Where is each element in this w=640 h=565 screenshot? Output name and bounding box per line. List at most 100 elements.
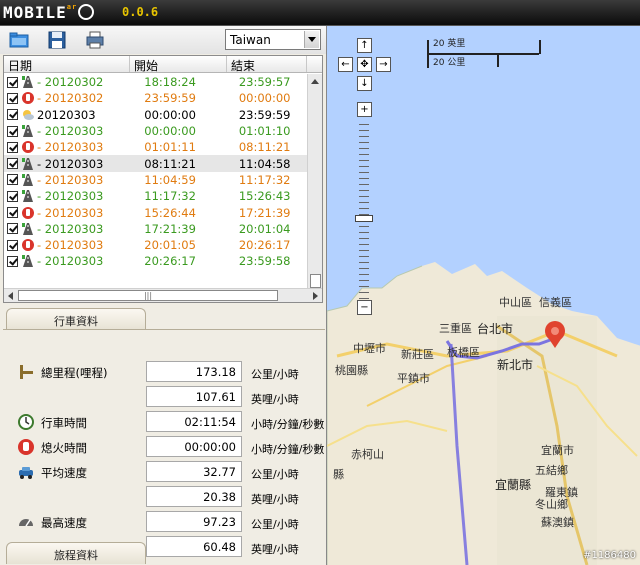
row-start: 00:00:00 [144,124,196,139]
table-row[interactable]: - 20120303 11:04:59 11:17:32 [4,172,308,188]
map-place-label: 冬山鄉 [535,498,568,511]
row-start: 00:00:00 [144,107,196,122]
print-button[interactable] [85,30,105,50]
table-row[interactable]: 20120303 00:00:00 23:59:59 [4,107,308,123]
drive-icon [22,173,33,186]
row-checkbox[interactable] [7,255,18,267]
horizontal-scrollbar[interactable]: ||| [4,288,322,302]
row-checkbox[interactable] [7,174,18,186]
column-header-date[interactable]: 日期 [4,56,130,73]
table-row[interactable]: - 20120303 08:11:21 11:04:58 [4,155,308,172]
vertical-scrollbar[interactable] [307,74,322,302]
metric-unit: 小時/分鐘/秒數 [251,443,325,456]
metric-unit: 英哩/小時 [251,493,299,506]
row-end: 23:59:58 [238,254,291,269]
metric-value: 00:00:00 [146,436,242,457]
pan-up-button[interactable]: ↑ [357,38,372,53]
clock-icon [18,414,34,430]
row-checkbox[interactable] [7,158,18,170]
row-checkbox[interactable] [7,223,18,235]
save-button[interactable] [47,30,67,50]
pan-right-button[interactable]: → [376,57,391,72]
row-checkbox[interactable] [7,76,18,88]
map-place-label: 台北市 [477,322,514,336]
scale-miles: 20 英里 [433,39,466,49]
map-place-label: 板橋區 [447,346,480,359]
scroll-right-icon[interactable] [313,292,318,300]
speedometer-icon [19,519,33,527]
vertical-scroll-thumb[interactable] [310,274,321,288]
metric-unit: 公里/小時 [251,518,299,531]
metric-value: 20.38 [146,486,242,507]
scroll-up-icon[interactable] [311,79,319,84]
scroll-left-icon[interactable] [8,292,13,300]
stop-icon [22,206,34,219]
row-date: - 20120303 [37,205,104,220]
row-checkbox[interactable] [7,92,18,104]
row-date: - 20120302 [37,91,104,106]
stop-icon [22,141,34,154]
row-checkbox[interactable] [7,239,18,251]
map-place-label: 縣 [333,468,344,481]
drive-icon [22,157,33,170]
open-folder-button[interactable] [9,30,29,50]
column-header-start[interactable]: 開始 [130,56,227,73]
metric-label: 平均速度 [41,466,87,480]
zoom-in-button[interactable]: + [357,102,372,117]
row-checkbox[interactable] [7,109,18,121]
country-select[interactable]: Taiwan [225,29,321,50]
map-place-label: 中山區 [499,296,532,309]
table-row[interactable]: - 20120303 17:21:39 20:01:04 [4,221,308,237]
row-date: - 20120303 [37,156,104,171]
map-place-label: 宜蘭縣 [495,478,532,492]
table-row[interactable]: - 20120303 11:17:32 15:26:43 [4,188,308,204]
row-start: 23:59:59 [144,91,196,106]
pan-down-button[interactable]: ↓ [357,76,372,91]
column-header-end[interactable]: 結束 [227,56,307,73]
row-date: 20120303 [37,107,96,122]
pan-center-button[interactable]: ✥ [357,57,372,72]
row-checkbox[interactable] [7,125,18,137]
table-row[interactable]: - 20120302 18:18:24 23:59:57 [4,74,308,90]
metric-row: 總里程(哩程) 173.18 公里/小時 [3,361,325,383]
zoom-slider-thumb[interactable] [355,215,373,222]
map-place-label: 中壢市 [353,342,386,355]
row-start: 18:18:24 [144,75,196,90]
metric-value: 02:11:54 [146,411,242,432]
map-view[interactable]: ↑ ← ✥ → ↓ + − 20 英里 20 公里 中山區 信義區 台北市 三重區 新莊… [326,26,640,565]
row-checkbox[interactable] [7,207,18,219]
drive-icon [22,222,33,235]
row-checkbox[interactable] [7,190,18,202]
toolbar: Taiwan [0,26,326,54]
metric-label: 最高速度 [41,516,87,530]
app-logo: MOBILEar [3,3,95,23]
row-checkbox[interactable] [7,141,18,153]
table-header: 日期 開始 結束 [4,56,322,73]
table-row[interactable]: - 20120303 20:01:05 20:26:17 [4,237,308,253]
table-row[interactable]: - 20120303 01:01:11 08:11:21 [4,139,308,155]
table-row[interactable]: - 20120303 20:26:17 23:59:58 [4,253,308,269]
drive-info-panel: 總里程(哩程) 173.18 公里/小時 107.61 英哩/小時 行車時間 02:11:5… [3,329,325,557]
row-start: 17:21:39 [144,221,196,236]
zoom-slider[interactable] [357,124,371,304]
zoom-out-button[interactable]: − [357,300,372,315]
wheel-icon [78,4,95,20]
map-place-label: 蘇澳鎮 [541,516,574,529]
tab-drive-info[interactable]: 行車資料 [6,308,146,330]
table-row[interactable]: - 20120303 15:26:44 17:21:39 [4,204,308,220]
table-row[interactable]: - 20120303 00:00:00 01:01:10 [4,123,308,139]
pan-left-button[interactable]: ← [338,57,353,72]
tab-travel-info[interactable]: 旅程資料 [6,542,146,564]
horizontal-scroll-thumb[interactable]: ||| [18,290,278,301]
table-row[interactable]: - 20120302 23:59:59 00:00:00 [4,90,308,106]
row-end: 17:21:39 [238,205,291,220]
chevron-down-icon[interactable] [304,31,319,48]
map-place-label: 信義區 [539,296,572,309]
metric-value: 32.77 [146,461,242,482]
trip-table: 日期 開始 結束 - 20120302 18:18:24 23:59:57- 201… [3,55,323,303]
map-place-label: 桃園縣 [335,364,368,377]
metric-label: 總里程(哩程) [41,366,108,380]
map-place-label: 宜蘭市 [541,444,574,457]
row-start: 15:26:44 [144,205,196,220]
row-start: 20:26:17 [144,254,196,269]
